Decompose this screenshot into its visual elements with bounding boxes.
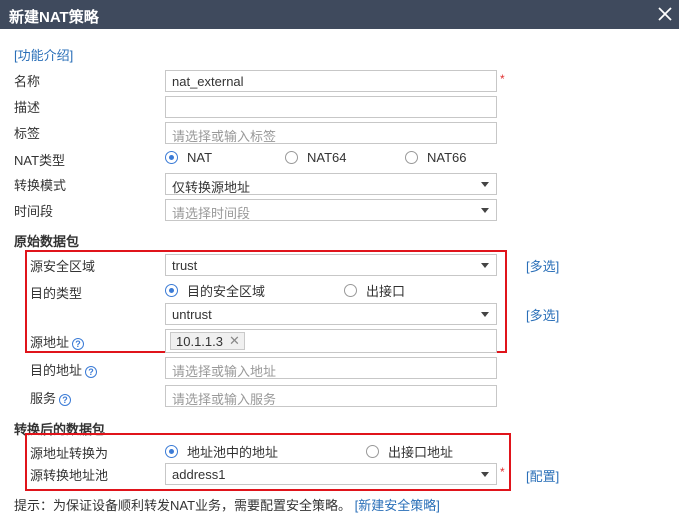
tags-placeholder: 请选择或输入标签 <box>172 129 277 144</box>
chevron-down-icon <box>481 263 489 268</box>
dst-type-label: 目的类型 <box>30 286 83 301</box>
src-addr-input[interactable]: 10.1.1.3 ✕ <box>165 329 497 353</box>
help-icon[interactable]: ? <box>85 365 98 378</box>
src-addr-tag-text: 10.1.1.3 <box>176 333 223 349</box>
radio-out-interface-address[interactable]: 出接口地址 <box>366 442 453 461</box>
close-icon[interactable] <box>654 3 676 25</box>
radio-nat66[interactable]: NAT66 <box>405 150 467 165</box>
tag-remove-icon[interactable]: ✕ <box>229 333 240 349</box>
dialog-titlebar: 新建NAT策略 <box>0 0 679 29</box>
pool-select[interactable]: address1 <box>165 463 497 485</box>
service-label: 服务? <box>30 388 72 407</box>
dst-addr-input[interactable]: 请选择或输入地址 <box>165 357 497 379</box>
service-label-text: 服务 <box>30 391 57 406</box>
radio-nat66-label: NAT66 <box>427 150 467 165</box>
convert-mode-value: 仅转换源地址 <box>172 180 251 195</box>
service-placeholder: 请选择或输入服务 <box>172 392 277 407</box>
service-input[interactable]: 请选择或输入服务 <box>165 385 497 407</box>
help-icon[interactable]: ? <box>72 337 85 350</box>
dst-addr-label-text: 目的地址 <box>30 363 83 378</box>
radio-nat64-label: NAT64 <box>307 150 347 165</box>
pool-config-link[interactable]: [配置] <box>526 466 559 485</box>
dst-addr-placeholder: 请选择或输入地址 <box>172 364 277 379</box>
new-security-policy-link[interactable]: [新建安全策略] <box>355 498 440 513</box>
radio-out-interface[interactable]: 出接口 <box>344 281 405 300</box>
pool-label: 源转换地址池 <box>30 468 109 483</box>
src-zone-value: trust <box>172 258 198 273</box>
dst-addr-label: 目的地址? <box>30 360 98 379</box>
src-zone-label: 源安全区域 <box>30 259 96 274</box>
name-input[interactable]: nat_external <box>165 70 497 92</box>
nat-type-label: NAT类型 <box>14 153 66 168</box>
radio-dot <box>344 284 357 297</box>
description-input[interactable] <box>165 96 497 118</box>
tip-message: 提示：为保证设备顺利转发NAT业务，需要配置安全策略。 <box>14 498 352 513</box>
tags-input[interactable]: 请选择或输入标签 <box>165 122 497 144</box>
src-zone-multiselect-link[interactable]: [多选] <box>526 256 559 275</box>
name-value: nat_external <box>172 74 244 89</box>
chevron-down-icon <box>481 472 489 477</box>
convert-mode-label: 转换模式 <box>14 178 67 193</box>
src-addr-label-text: 源地址 <box>30 335 70 350</box>
dst-zone-value: untrust <box>172 307 212 322</box>
radio-dot <box>165 284 178 297</box>
description-label: 描述 <box>14 100 41 115</box>
time-range-label: 时间段 <box>14 204 54 219</box>
pool-required-mark: * <box>500 465 505 479</box>
chevron-down-icon <box>481 312 489 317</box>
time-range-select[interactable]: 请选择时间段 <box>165 199 497 221</box>
radio-pool-address[interactable]: 地址池中的地址 <box>165 442 278 461</box>
radio-pool-address-label: 地址池中的地址 <box>187 445 279 460</box>
chevron-down-icon <box>481 208 489 213</box>
radio-dot <box>285 151 298 164</box>
radio-dot <box>165 151 178 164</box>
radio-nat[interactable]: NAT <box>165 150 212 165</box>
src-addr-tag: 10.1.1.3 ✕ <box>170 332 245 350</box>
src-zone-select[interactable]: trust <box>165 254 497 276</box>
src-addr-label: 源地址? <box>30 332 85 351</box>
name-required-mark: * <box>500 72 505 86</box>
tags-label: 标签 <box>14 126 41 141</box>
radio-nat-label: NAT <box>187 150 213 165</box>
radio-dot <box>366 445 379 458</box>
help-icon[interactable]: ? <box>59 393 72 406</box>
tip-text: 提示：为保证设备顺利转发NAT业务，需要配置安全策略。 [新建安全策略] <box>14 495 440 514</box>
radio-out-interface-label: 出接口 <box>366 284 406 299</box>
dst-zone-multiselect-link[interactable]: [多选] <box>526 305 559 324</box>
radio-dst-zone-label: 目的安全区域 <box>187 284 266 299</box>
radio-out-interface-address-label: 出接口地址 <box>388 445 454 460</box>
radio-dot <box>165 445 178 458</box>
original-packet-title: 原始数据包 <box>14 234 80 249</box>
radio-nat64[interactable]: NAT64 <box>285 150 347 165</box>
intro-link[interactable]: [功能介绍] <box>14 45 73 64</box>
time-range-placeholder: 请选择时间段 <box>172 206 251 221</box>
radio-dot <box>405 151 418 164</box>
pool-value: address1 <box>172 467 226 482</box>
dst-zone-select[interactable]: untrust <box>165 303 497 325</box>
dialog-title: 新建NAT策略 <box>9 9 99 26</box>
src-translate-label: 源地址转换为 <box>30 446 109 461</box>
radio-dst-zone[interactable]: 目的安全区域 <box>165 281 265 300</box>
convert-mode-select[interactable]: 仅转换源地址 <box>165 173 497 195</box>
name-label: 名称 <box>14 74 41 89</box>
chevron-down-icon <box>481 182 489 187</box>
